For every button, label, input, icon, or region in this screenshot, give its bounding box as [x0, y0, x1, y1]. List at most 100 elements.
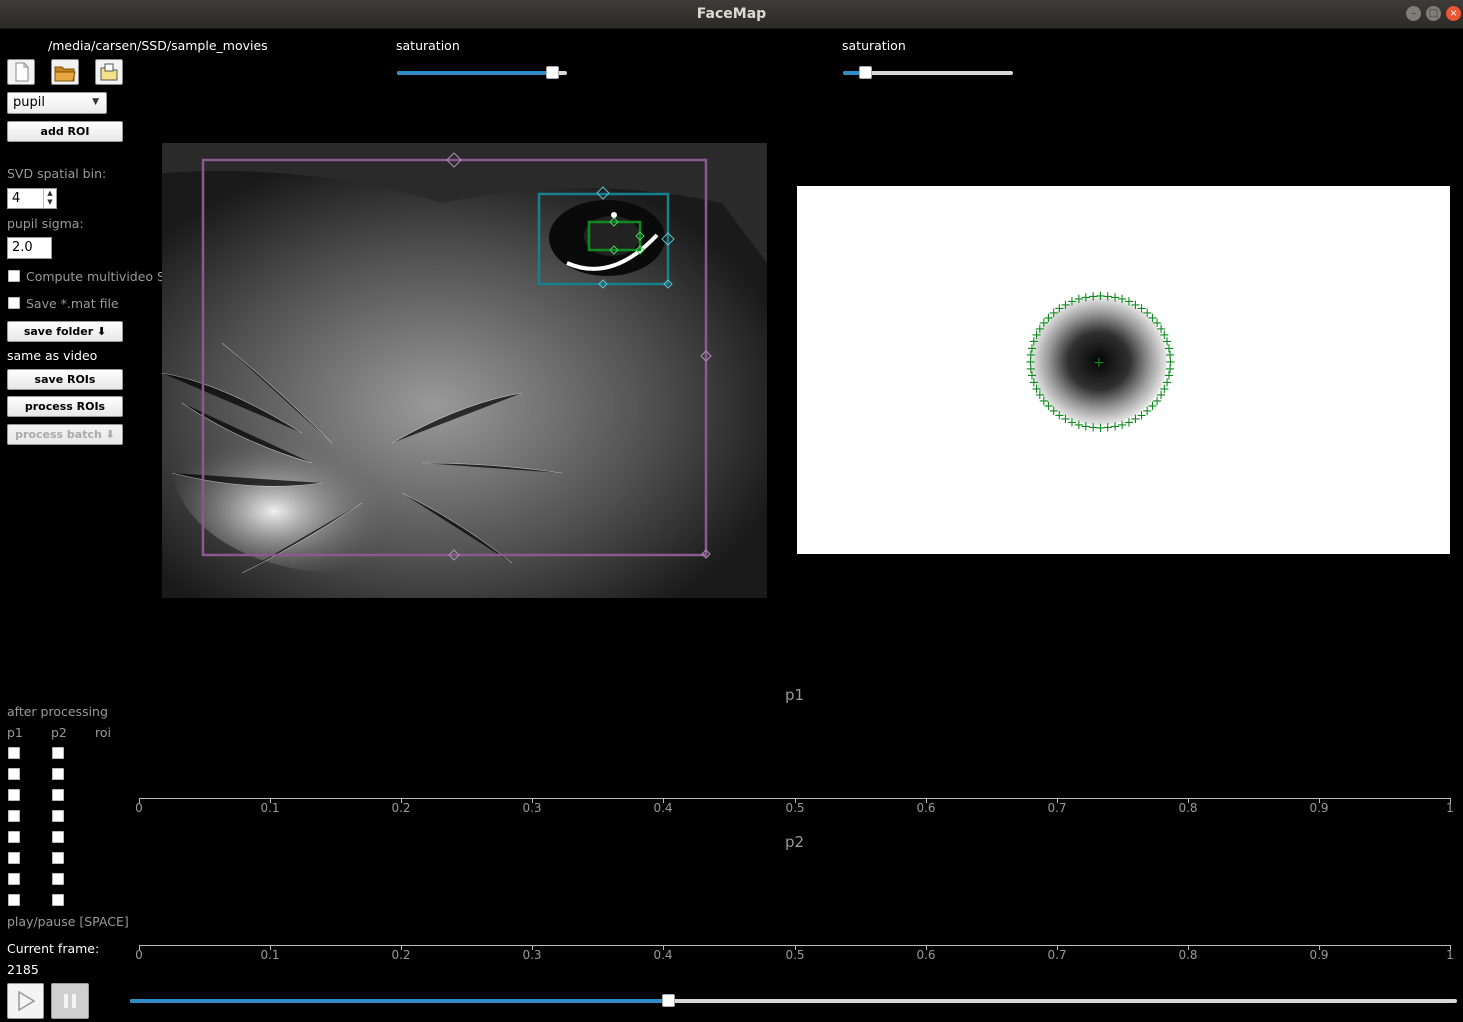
- axis-tick-label: 0.8: [1178, 948, 1198, 962]
- axis-tick-label: 0.5: [785, 948, 805, 962]
- title-bar: FaceMap – □ ×: [0, 0, 1463, 29]
- roi-plot-checkbox-p1[interactable]: [8, 747, 20, 759]
- plot-p2-title: p2: [785, 833, 805, 851]
- pupil-sigma-input[interactable]: 2.0: [7, 237, 52, 259]
- roi-plot-checkbox-p2[interactable]: [52, 873, 64, 885]
- plot-p1-x-axis: 0 0.1 0.2 0.3 0.4 0.5 0.6 0.7 0.8 0.9 1: [135, 798, 1454, 818]
- window-title: FaceMap: [696, 6, 767, 22]
- frame-slider[interactable]: [130, 994, 1457, 1008]
- after-processing-label: after processing: [7, 704, 108, 719]
- spin-arrows-icon[interactable]: ▲ ▼: [43, 189, 56, 208]
- roi-plot-checkbox-p1[interactable]: [8, 831, 20, 843]
- plot-p2-x-axis: 0 0.1 0.2 0.3 0.4 0.5 0.6 0.7 0.8 0.9 1: [135, 945, 1454, 965]
- multivideo-label: Compute multivideo SVD: [26, 269, 184, 284]
- pupil-sigma-label: pupil sigma:: [7, 216, 84, 231]
- pupil-zoom-view[interactable]: + + + + + + + + + + + + + + + + + + + + + + + + + + + + + + + + + + + + + + + +…: [797, 186, 1450, 554]
- saturation-left-label: saturation: [396, 38, 460, 53]
- axis-tick-label: 0.2: [391, 948, 411, 962]
- col-p2-label: p2: [51, 725, 67, 740]
- minimize-icon[interactable]: –: [1406, 6, 1421, 21]
- process-rois-button[interactable]: process ROIs: [7, 396, 123, 417]
- save-rois-button[interactable]: save ROIs: [7, 369, 123, 390]
- saturation-left-slider[interactable]: [397, 66, 567, 80]
- roi-plot-checkbox-p2[interactable]: [52, 810, 64, 822]
- roi-plot-checkbox-p2[interactable]: [52, 747, 64, 759]
- save-folder-button[interactable]: save folder ⬇: [7, 321, 123, 342]
- axis-tick-label: 0: [135, 948, 143, 962]
- save-mat-label: Save *.mat file: [26, 296, 119, 311]
- pupil-image: ++++++++++++++++++++++++++++++++++++++++…: [1025, 289, 1176, 436]
- video-frame-view[interactable]: [162, 143, 767, 598]
- svd-bin-spinbox[interactable]: 4 ▲ ▼: [7, 188, 57, 209]
- slider-handle[interactable]: [859, 66, 872, 79]
- axis-tick-label: 0.2: [391, 801, 411, 815]
- play-button[interactable]: [7, 983, 44, 1019]
- file-path: /media/carsen/SSD/sample_movies: [48, 38, 268, 53]
- current-frame-value: 2185: [7, 962, 39, 977]
- pause-icon: [64, 994, 76, 1008]
- roi-type-dropdown[interactable]: pupil ▼: [7, 92, 107, 114]
- axis-tick-label: 0.4: [653, 948, 673, 962]
- axis-tick-label: 0.3: [522, 948, 542, 962]
- axis-tick-label: 0.1: [260, 801, 280, 815]
- roi-plot-checkbox-p1[interactable]: [8, 768, 20, 780]
- axis-tick-label: 1: [1446, 948, 1454, 962]
- open-folder-icon: [54, 66, 76, 82]
- axis-tick-label: 0.9: [1309, 801, 1329, 815]
- current-frame-label: Current frame:: [7, 941, 100, 956]
- svd-bin-value: 4: [12, 191, 21, 206]
- save-mat-checkbox[interactable]: [8, 297, 20, 309]
- open-proc-button[interactable]: [95, 59, 123, 85]
- add-roi-button[interactable]: add ROI: [7, 121, 123, 142]
- axis-tick-label: 0: [135, 801, 143, 815]
- new-file-icon: [15, 62, 29, 82]
- axis-tick-label: 0.3: [522, 801, 542, 815]
- axis-tick-label: 0.5: [785, 801, 805, 815]
- maximize-icon[interactable]: □: [1426, 6, 1441, 21]
- roi-plot-checkbox-p1[interactable]: [8, 852, 20, 864]
- plot-p1-title: p1: [785, 686, 805, 704]
- axis-tick-label: 0.1: [260, 948, 280, 962]
- axis-tick-label: 0.7: [1047, 801, 1067, 815]
- slider-handle[interactable]: [662, 994, 675, 1007]
- axis-tick-label: 0.7: [1047, 948, 1067, 962]
- roi-plot-checkbox-p1[interactable]: [8, 894, 20, 906]
- multivideo-checkbox[interactable]: [8, 270, 20, 282]
- play-pause-hint: play/pause [SPACE]: [7, 914, 129, 929]
- pupil-fit-marker: +: [1165, 348, 1176, 363]
- pause-button[interactable]: [51, 983, 89, 1019]
- roi-plot-checkbox-p2[interactable]: [52, 789, 64, 801]
- close-icon[interactable]: ×: [1446, 6, 1461, 21]
- col-p1-label: p1: [7, 725, 23, 740]
- roi-plot-checkbox-p2[interactable]: [52, 894, 64, 906]
- slider-fill: [397, 71, 553, 75]
- pupil-center-marker: +: [1093, 355, 1105, 371]
- svd-bin-label: SVD spatial bin:: [7, 166, 107, 181]
- roi-plot-checkbox-p1[interactable]: [8, 873, 20, 885]
- col-roi-label: roi: [95, 725, 111, 740]
- slider-handle[interactable]: [546, 66, 559, 79]
- roi-plot-checkbox-p2[interactable]: [52, 831, 64, 843]
- open-folder-button[interactable]: [51, 59, 79, 85]
- saturation-right-label: saturation: [842, 38, 906, 53]
- roi-plot-checkbox-p2[interactable]: [52, 852, 64, 864]
- save-location-text: same as video: [7, 348, 98, 363]
- roi-plot-checkbox-p1[interactable]: [8, 789, 20, 801]
- axis-tick-label: 0.6: [916, 948, 936, 962]
- axis-tick-label: 0.9: [1309, 948, 1329, 962]
- roi-plot-checkbox-p2[interactable]: [52, 768, 64, 780]
- axis-tick-label: 0.4: [653, 801, 673, 815]
- roi-type-value: pupil: [13, 95, 45, 110]
- play-icon: [18, 990, 36, 1012]
- open-proc-icon: [100, 63, 118, 81]
- mouse-face-image: [162, 143, 767, 598]
- slider-fill: [130, 999, 669, 1003]
- saturation-right-slider[interactable]: [843, 66, 1013, 80]
- axis-tick-label: 1: [1446, 801, 1454, 815]
- axis-tick-label: 0.8: [1178, 801, 1198, 815]
- new-file-button[interactable]: [7, 59, 35, 85]
- roi-plot-checkbox-p1[interactable]: [8, 810, 20, 822]
- process-batch-button[interactable]: process batch ⬇: [7, 424, 123, 445]
- axis-tick-label: 0.6: [916, 801, 936, 815]
- chevron-down-icon: ▼: [92, 97, 99, 107]
